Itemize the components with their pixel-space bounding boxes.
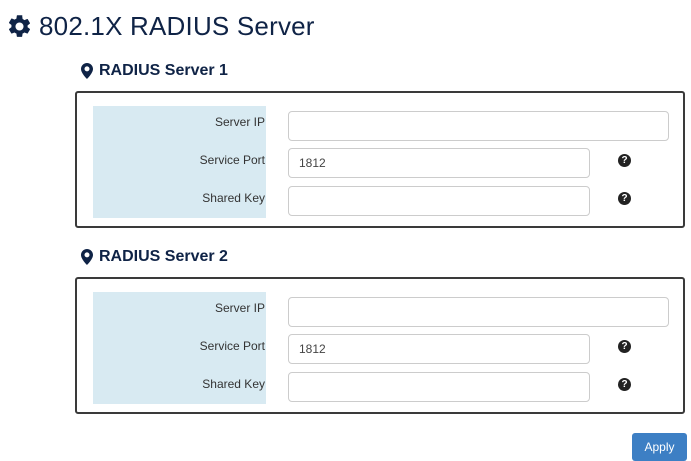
server-2-service-port-input[interactable] <box>288 334 590 364</box>
server-1-service-port-input[interactable] <box>288 148 590 178</box>
server-2-service-port-help-icon[interactable]: ? <box>618 340 631 353</box>
server-1-server-ip-label: Server IP <box>214 115 265 129</box>
server-2-shared-key-label: Shared Key <box>202 377 265 391</box>
server-1-shared-key-label: Shared Key <box>202 191 265 205</box>
server-1-shared-key-input[interactable] <box>288 186 590 216</box>
server-2-heading-text: RADIUS Server 2 <box>99 248 228 265</box>
page-title-text: 802.1X RADIUS Server <box>39 10 315 41</box>
server-1-heading-text: RADIUS Server 1 <box>99 62 228 79</box>
apply-button[interactable]: Apply <box>632 433 687 461</box>
server-2-shared-key-help-icon[interactable]: ? <box>618 378 631 391</box>
map-marker-icon <box>81 63 93 79</box>
page-title: 802.1X RADIUS Server <box>6 9 315 43</box>
server-1-panel: Server IP Service Port ? Shared Key ? <box>75 91 685 228</box>
server-2-panel: Server IP Service Port ? Shared Key ? <box>75 277 685 414</box>
server-2-shared-key-input[interactable] <box>288 372 590 402</box>
server-1-service-port-label: Service Port <box>199 153 265 167</box>
server-2-heading: RADIUS Server 2 <box>81 248 228 266</box>
server-1-service-port-help-icon[interactable]: ? <box>618 154 631 167</box>
server-2-server-ip-label: Server IP <box>214 301 265 315</box>
server-1-shared-key-help-icon[interactable]: ? <box>618 192 631 205</box>
server-2-server-ip-input[interactable] <box>288 297 669 327</box>
server-1-heading: RADIUS Server 1 <box>81 62 228 80</box>
server-2-service-port-label: Service Port <box>199 339 265 353</box>
server-1-server-ip-input[interactable] <box>288 111 669 141</box>
gear-icon <box>8 14 31 37</box>
map-marker-icon <box>81 249 93 265</box>
